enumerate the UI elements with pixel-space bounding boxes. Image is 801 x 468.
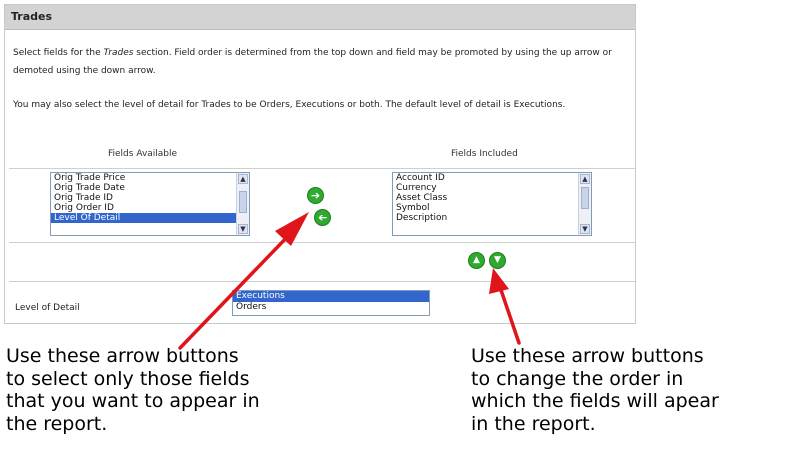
list-item[interactable]: Currency xyxy=(393,183,591,193)
list-item-selected[interactable]: Executions xyxy=(233,291,429,302)
list-item[interactable]: Asset Class xyxy=(393,193,591,203)
list-item[interactable]: Orig Order ID xyxy=(51,203,249,213)
scroll-up-icon[interactable]: ▲ xyxy=(238,174,248,184)
scrollbar[interactable]: ▲ ▼ xyxy=(236,173,249,235)
scroll-down-icon[interactable]: ▼ xyxy=(238,224,248,234)
panel-header: Trades xyxy=(5,5,635,30)
list-item[interactable]: Account ID xyxy=(393,173,591,183)
trades-panel: Trades Select fields for the Trades sect… xyxy=(4,4,636,324)
fields-included-header: Fields Included xyxy=(451,149,518,159)
intro-text: Select fields for the Trades section. Fi… xyxy=(13,44,631,80)
intro-text-section: Trades xyxy=(103,48,134,58)
fields-included-list[interactable]: Account ID Currency Asset Class Symbol D… xyxy=(392,172,592,236)
arrow-down-icon: ▼ xyxy=(494,255,501,265)
scroll-thumb[interactable] xyxy=(239,191,247,213)
list-item[interactable]: Symbol xyxy=(393,203,591,213)
list-item[interactable]: Description xyxy=(393,213,591,223)
fields-available-list[interactable]: Orig Trade Price Orig Trade Date Orig Tr… xyxy=(50,172,250,236)
arrow-left-icon: ➔ xyxy=(317,211,328,224)
list-item-selected[interactable]: Level Of Detail xyxy=(51,213,249,223)
scroll-up-icon[interactable]: ▲ xyxy=(580,174,590,184)
right-caption: Use these arrow buttons to change the or… xyxy=(471,345,719,435)
panel-title: Trades xyxy=(11,10,53,23)
row-divider xyxy=(9,168,635,169)
remove-field-button[interactable]: ➔ xyxy=(314,209,331,226)
scrollbar[interactable]: ▲ ▼ xyxy=(578,173,591,235)
list-item[interactable]: Orig Trade ID xyxy=(51,193,249,203)
arrow-up-icon: ▲ xyxy=(473,255,480,265)
move-up-button[interactable]: ▲ xyxy=(468,252,485,269)
row-divider xyxy=(9,242,635,243)
scroll-thumb[interactable] xyxy=(581,187,589,209)
arrow-right-icon: ➔ xyxy=(310,189,321,202)
move-down-button[interactable]: ▼ xyxy=(489,252,506,269)
list-item[interactable]: Orig Trade Date xyxy=(51,183,249,193)
add-field-button[interactable]: ➔ xyxy=(307,187,324,204)
level-of-detail-list[interactable]: Executions Orders xyxy=(232,290,430,316)
scroll-down-icon[interactable]: ▼ xyxy=(580,224,590,234)
row-divider xyxy=(9,281,635,282)
intro-text-start: Select fields for the xyxy=(13,48,104,58)
fields-available-header: Fields Available xyxy=(108,149,178,159)
left-caption: Use these arrow buttons to select only t… xyxy=(6,345,260,435)
list-item[interactable]: Orders xyxy=(233,302,429,313)
detail-text: You may also select the level of detail … xyxy=(13,100,566,110)
level-of-detail-label: Level of Detail xyxy=(15,303,80,313)
list-item[interactable]: Orig Trade Price xyxy=(51,173,249,183)
